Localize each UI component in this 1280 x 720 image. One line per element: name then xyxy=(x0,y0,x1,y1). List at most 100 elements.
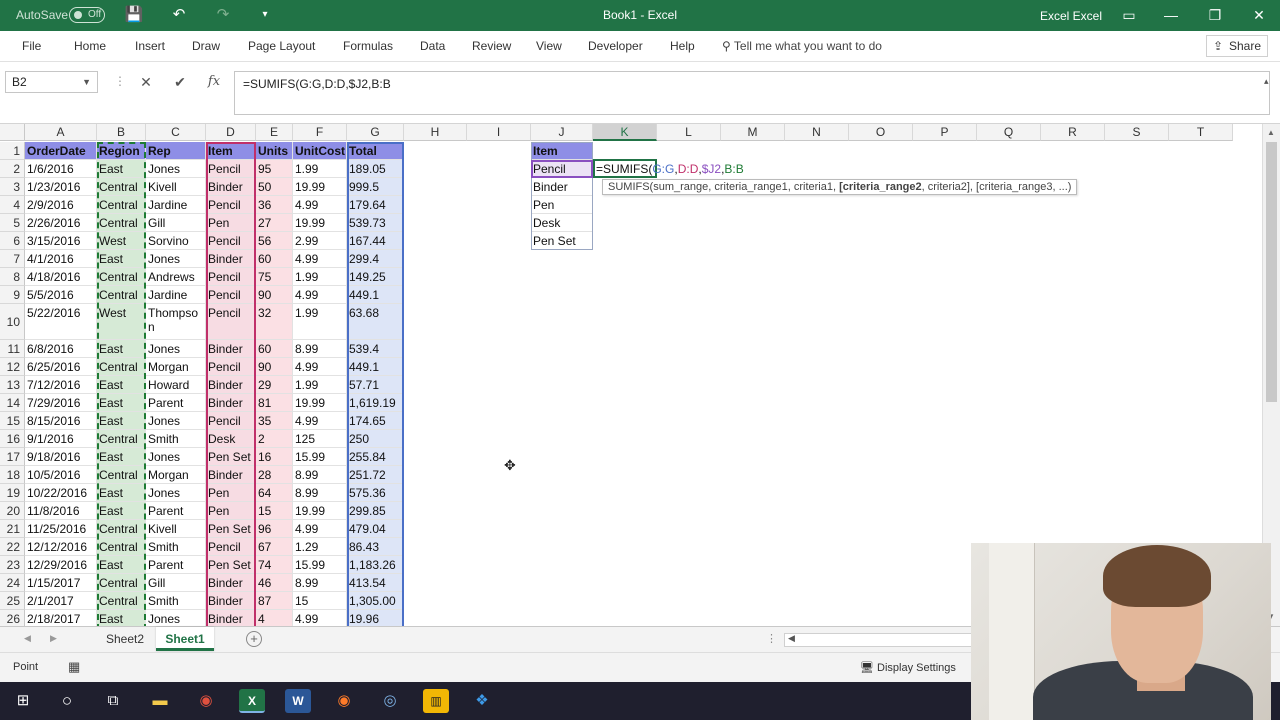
insert-function-icon[interactable]: fx xyxy=(200,71,228,93)
table-header-cell[interactable]: Rep xyxy=(146,142,206,160)
user-name[interactable]: Excel Excel xyxy=(1040,9,1102,23)
table-cell[interactable]: Thompson xyxy=(146,304,206,340)
table-cell[interactable]: Pen xyxy=(206,214,256,232)
row-header-8[interactable]: 8 xyxy=(0,268,25,286)
table-cell[interactable]: East xyxy=(97,556,146,574)
table-cell[interactable]: Pen xyxy=(206,502,256,520)
table-cell[interactable]: 1.29 xyxy=(293,538,347,556)
function-argument-tooltip[interactable]: SUMIFS(sum_range, criteria_range1, crite… xyxy=(602,179,1078,195)
tab-view[interactable]: View xyxy=(536,39,562,53)
display-settings[interactable]: 🖥 Display Settings xyxy=(860,661,956,674)
table-cell[interactable]: Pencil xyxy=(206,538,256,556)
table-cell[interactable]: 189.05 xyxy=(347,160,404,178)
table-cell[interactable]: Pencil xyxy=(206,304,256,340)
table-cell[interactable]: Pencil xyxy=(206,196,256,214)
tab-home[interactable]: Home xyxy=(74,39,106,53)
table-cell[interactable]: 449.1 xyxy=(347,358,404,376)
table-cell[interactable]: West xyxy=(97,304,146,340)
table-cell[interactable]: 35 xyxy=(256,412,293,430)
table-cell[interactable]: 1.99 xyxy=(293,304,347,340)
table-cell[interactable]: Binder xyxy=(206,394,256,412)
table-cell[interactable]: 2 xyxy=(256,430,293,448)
table-cell[interactable]: Binder xyxy=(206,592,256,610)
name-box[interactable]: B2 ▼ xyxy=(5,71,98,93)
table-cell[interactable]: 60 xyxy=(256,250,293,268)
table-cell[interactable]: 27 xyxy=(256,214,293,232)
table-cell[interactable]: 7/12/2016 xyxy=(25,376,97,394)
table-cell[interactable]: 19.99 xyxy=(293,214,347,232)
table-cell[interactable]: East xyxy=(97,412,146,430)
table-cell[interactable]: 299.4 xyxy=(347,250,404,268)
table-cell[interactable]: 1,619.19 xyxy=(347,394,404,412)
table-cell[interactable]: 8.99 xyxy=(293,484,347,502)
table-cell[interactable]: 479.04 xyxy=(347,520,404,538)
table-cell[interactable]: 4.99 xyxy=(293,250,347,268)
customize-toolbar-icon[interactable]: ▾ xyxy=(254,5,276,25)
scroll-up-icon[interactable]: ▲ xyxy=(1267,128,1275,137)
table-cell[interactable]: Desk xyxy=(206,430,256,448)
row-header-9[interactable]: 9 xyxy=(0,286,25,304)
table-cell[interactable]: Central xyxy=(97,196,146,214)
table-header-cell[interactable]: UnitCost xyxy=(293,142,347,160)
table-cell[interactable]: 87 xyxy=(256,592,293,610)
table-cell[interactable]: 74 xyxy=(256,556,293,574)
tab-formulas[interactable]: Formulas xyxy=(343,39,393,53)
table-cell[interactable]: Pencil xyxy=(206,412,256,430)
column-header-p[interactable]: P xyxy=(913,124,977,141)
table-cell[interactable]: 12/29/2016 xyxy=(25,556,97,574)
row-header-11[interactable]: 11 xyxy=(0,340,25,358)
table-cell[interactable]: Morgan xyxy=(146,358,206,376)
lookup-item-cell[interactable]: Desk xyxy=(531,214,593,232)
table-cell[interactable]: Central xyxy=(97,538,146,556)
row-header-24[interactable]: 24 xyxy=(0,574,25,592)
table-cell[interactable]: Kivell xyxy=(146,178,206,196)
table-cell[interactable]: 4.99 xyxy=(293,520,347,538)
row-header-3[interactable]: 3 xyxy=(0,178,25,196)
table-cell[interactable]: 95 xyxy=(256,160,293,178)
table-cell[interactable]: Jones xyxy=(146,610,206,626)
table-cell[interactable]: 251.72 xyxy=(347,466,404,484)
table-cell[interactable]: Pencil xyxy=(206,160,256,178)
tab-sheet1[interactable]: Sheet1 xyxy=(156,627,214,651)
table-cell[interactable]: Andrews xyxy=(146,268,206,286)
chrome-icon[interactable]: ◉ xyxy=(193,689,219,713)
table-cell[interactable]: 64 xyxy=(256,484,293,502)
table-cell[interactable]: 19.99 xyxy=(293,394,347,412)
column-header-n[interactable]: N xyxy=(785,124,849,141)
table-cell[interactable]: Parent xyxy=(146,394,206,412)
table-cell[interactable]: 46 xyxy=(256,574,293,592)
table-cell[interactable]: 63.68 xyxy=(347,304,404,340)
table-cell[interactable]: 15 xyxy=(256,502,293,520)
table-cell[interactable]: Binder xyxy=(206,376,256,394)
lookup-header-cell[interactable]: Item xyxy=(531,142,593,160)
table-cell[interactable]: Jones xyxy=(146,160,206,178)
sheet-prev-icon[interactable]: ◀ xyxy=(24,633,31,644)
table-cell[interactable]: Jones xyxy=(146,340,206,358)
table-cell[interactable]: Howard xyxy=(146,376,206,394)
media-app-icon[interactable]: ◎ xyxy=(377,689,403,713)
autosave-toggle[interactable]: Off xyxy=(69,7,105,23)
table-cell[interactable]: 19.96 xyxy=(347,610,404,626)
column-header-l[interactable]: L xyxy=(657,124,721,141)
dropbox-icon[interactable]: ❖ xyxy=(469,689,495,713)
table-cell[interactable]: 56 xyxy=(256,232,293,250)
table-cell[interactable]: Parent xyxy=(146,502,206,520)
table-cell[interactable]: Pen xyxy=(206,484,256,502)
table-cell[interactable]: 19.99 xyxy=(293,178,347,196)
column-header-c[interactable]: C xyxy=(146,124,206,141)
tab-file[interactable]: File xyxy=(22,39,41,53)
table-cell[interactable]: 4.99 xyxy=(293,358,347,376)
chevron-down-icon[interactable]: ▼ xyxy=(82,72,91,92)
table-cell[interactable]: 12/12/2016 xyxy=(25,538,97,556)
tab-insert[interactable]: Insert xyxy=(135,39,165,53)
table-cell[interactable]: Gill xyxy=(146,574,206,592)
column-header-d[interactable]: D xyxy=(206,124,256,141)
vertical-scroll-thumb[interactable] xyxy=(1266,142,1277,402)
table-cell[interactable]: 149.25 xyxy=(347,268,404,286)
table-cell[interactable]: East xyxy=(97,484,146,502)
macro-recording-icon[interactable]: ▦ xyxy=(68,659,80,675)
close-icon[interactable]: ✕ xyxy=(1238,0,1280,31)
column-header-q[interactable]: Q xyxy=(977,124,1041,141)
table-cell[interactable]: East xyxy=(97,394,146,412)
table-cell[interactable]: 36 xyxy=(256,196,293,214)
